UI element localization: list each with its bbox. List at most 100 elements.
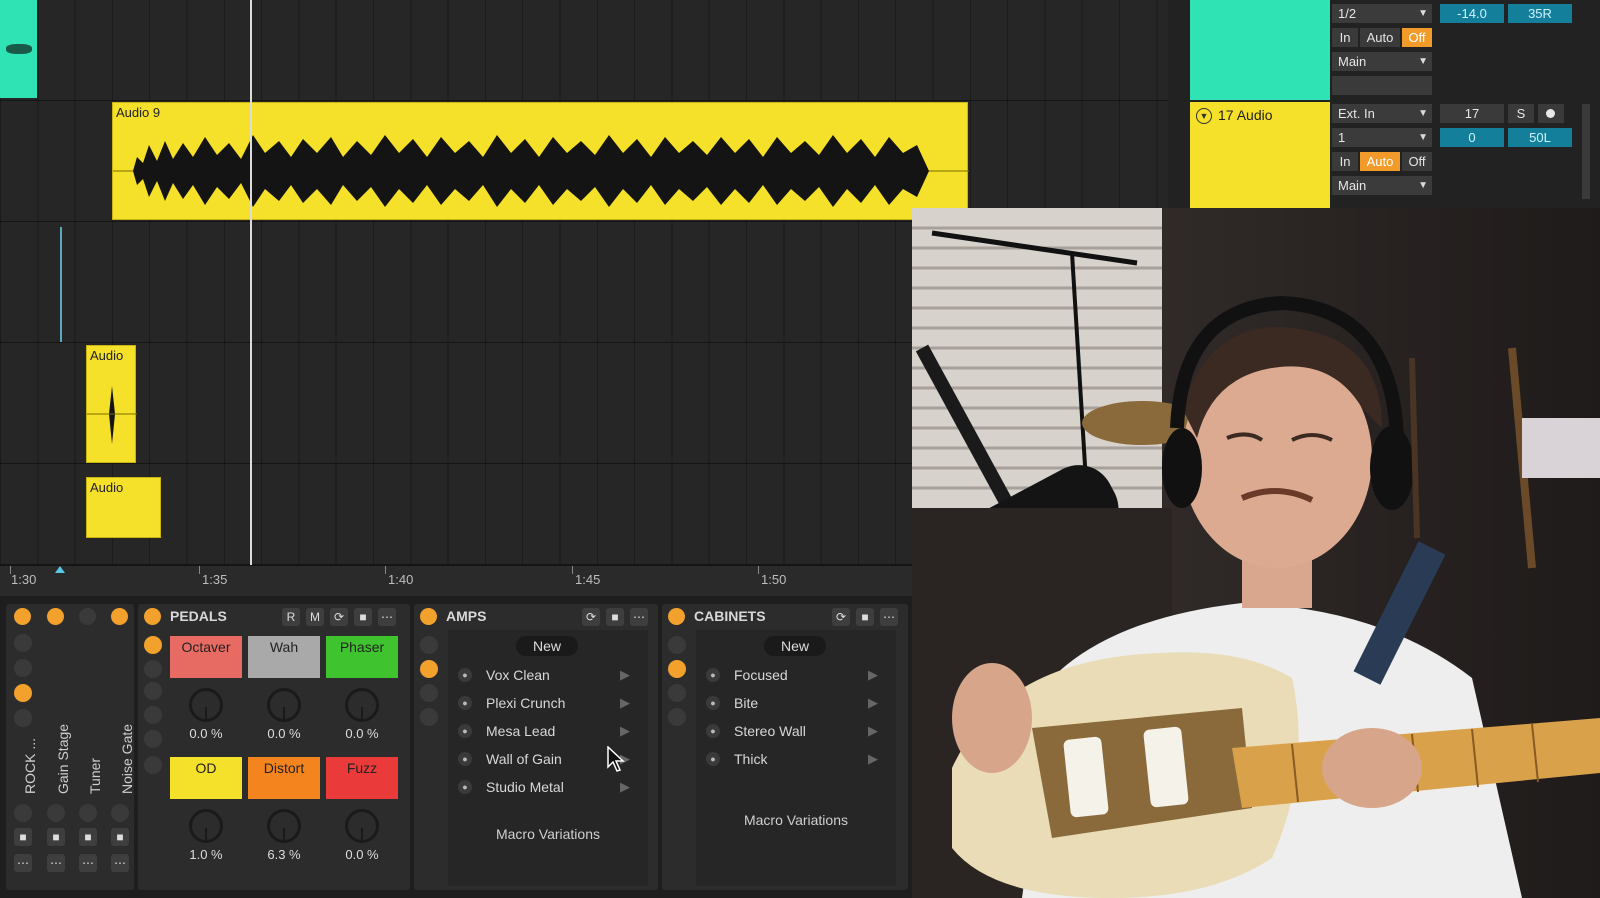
hot-swap-icon[interactable] <box>47 804 65 822</box>
map-button[interactable]: M <box>306 608 324 626</box>
macro-button[interactable]: Octaver <box>170 636 242 678</box>
more-icon[interactable]: ⋯ <box>111 854 129 872</box>
hot-swap-icon[interactable] <box>111 804 129 822</box>
arm-button[interactable] <box>1538 104 1564 123</box>
more-icon[interactable]: ⋯ <box>79 854 97 872</box>
variation-item[interactable]: ● Plexi Crunch ▶ <box>448 690 648 716</box>
play-icon[interactable]: ▶ <box>868 746 878 772</box>
camera-icon[interactable]: ● <box>458 752 472 766</box>
camera-icon[interactable]: ● <box>458 696 472 710</box>
macro-knob[interactable] <box>345 688 379 722</box>
macro-knob[interactable] <box>189 809 223 843</box>
save-icon[interactable]: ■ <box>856 608 874 626</box>
macro-map-icon[interactable] <box>144 636 162 654</box>
playhead[interactable] <box>250 0 252 565</box>
monitor-in-button[interactable]: In <box>1332 152 1358 171</box>
macro-knob[interactable] <box>267 688 301 722</box>
variation-item[interactable]: ● Studio Metal ▶ <box>448 774 648 800</box>
preset-icon[interactable] <box>668 660 686 678</box>
device-activator[interactable] <box>144 608 161 625</box>
save-icon[interactable]: ■ <box>14 828 32 846</box>
chain-activator[interactable] <box>79 608 96 625</box>
camera-icon[interactable]: ● <box>706 752 720 766</box>
variation-item[interactable]: ● Thick ▶ <box>696 746 896 772</box>
camera-icon[interactable]: ● <box>706 696 720 710</box>
time-ruler[interactable]: 1:30 1:35 1:40 1:45 1:50 <box>0 565 912 596</box>
variation-item[interactable]: ● Stereo Wall ▶ <box>696 718 896 744</box>
more-icon[interactable]: ⋯ <box>378 608 396 626</box>
track-lane[interactable] <box>0 0 1168 101</box>
audio-clip[interactable]: Audio <box>86 477 161 538</box>
more-icon[interactable]: ⋯ <box>880 608 898 626</box>
camera-icon[interactable]: ● <box>706 668 720 682</box>
more-icon[interactable]: ⋯ <box>47 854 65 872</box>
monitor-in-button[interactable]: In <box>1332 28 1358 47</box>
macro-map-icon[interactable] <box>14 634 32 652</box>
save-icon[interactable]: ■ <box>111 828 129 846</box>
monitor-auto-button[interactable]: Auto <box>1360 28 1400 47</box>
add-macro-icon[interactable] <box>144 660 162 678</box>
hot-swap-icon[interactable]: ⟳ <box>330 608 348 626</box>
monitor-auto-button[interactable]: Auto <box>1360 152 1400 171</box>
chain-list-icon[interactable] <box>14 684 32 702</box>
chain-activator[interactable] <box>14 608 31 625</box>
play-icon[interactable]: ▶ <box>868 690 878 716</box>
macro-knob[interactable] <box>267 809 301 843</box>
preset-icon[interactable] <box>14 659 32 677</box>
device-list-icon[interactable] <box>144 756 162 774</box>
save-icon[interactable]: ■ <box>79 828 97 846</box>
monitor-off-button[interactable]: Off <box>1402 152 1432 171</box>
audio-clip[interactable]: Audio <box>86 345 137 463</box>
save-icon[interactable]: ■ <box>47 828 65 846</box>
input-channel-select[interactable]: 1/2 <box>1332 4 1432 23</box>
camera-icon[interactable]: ● <box>706 724 720 738</box>
device-list-icon[interactable] <box>668 708 686 726</box>
macro-knob[interactable] <box>189 688 223 722</box>
camera-icon[interactable]: ● <box>458 724 472 738</box>
chain-activator[interactable] <box>111 608 128 625</box>
clip-fragment[interactable] <box>0 0 37 98</box>
hot-swap-icon[interactable]: ⟳ <box>582 608 600 626</box>
track-pan[interactable]: 50L <box>1508 128 1572 147</box>
more-icon[interactable]: ⋯ <box>14 854 32 872</box>
camera-icon[interactable]: ● <box>458 780 472 794</box>
macro-button[interactable]: Phaser <box>326 636 398 678</box>
remove-macro-icon[interactable] <box>144 682 162 700</box>
device-list-icon[interactable] <box>14 709 32 727</box>
fold-icon[interactable]: ▼ <box>1196 108 1212 124</box>
chain-list-icon[interactable] <box>420 684 438 702</box>
macro-button[interactable]: Fuzz <box>326 757 398 799</box>
track-pan[interactable]: 35R <box>1508 4 1572 23</box>
macro-map-icon[interactable] <box>420 636 438 654</box>
output-channel-select[interactable] <box>1332 76 1432 95</box>
device-activator[interactable] <box>668 608 685 625</box>
new-variation-button[interactable]: New <box>516 636 578 656</box>
macro-button[interactable]: Wah <box>248 636 320 678</box>
play-icon[interactable]: ▶ <box>620 774 630 800</box>
track-header[interactable]: ▼ 17 Audio <box>1190 102 1330 215</box>
track-volume[interactable]: -14.0 <box>1440 4 1504 23</box>
hot-swap-icon[interactable] <box>14 804 32 822</box>
track-volume[interactable]: 0 <box>1440 128 1504 147</box>
play-icon[interactable]: ▶ <box>620 690 630 716</box>
camera-icon[interactable]: ● <box>458 668 472 682</box>
monitor-off-button[interactable]: Off <box>1402 28 1432 47</box>
chain-list-icon[interactable] <box>668 684 686 702</box>
new-variation-button[interactable]: New <box>764 636 826 656</box>
play-icon[interactable]: ▶ <box>620 662 630 688</box>
input-channel-select[interactable]: 1 <box>1332 128 1432 147</box>
variation-item[interactable]: ● Bite ▶ <box>696 690 896 716</box>
variation-item[interactable]: ● Focused ▶ <box>696 662 896 688</box>
macro-button[interactable]: OD <box>170 757 242 799</box>
track-header[interactable] <box>1190 0 1330 100</box>
chain-activator[interactable] <box>47 608 64 625</box>
hot-swap-icon[interactable]: ⟳ <box>832 608 850 626</box>
more-icon[interactable]: ⋯ <box>630 608 648 626</box>
macro-button[interactable]: Distort <box>248 757 320 799</box>
preset-icon[interactable] <box>420 660 438 678</box>
track-lane[interactable]: Audio 9 <box>0 101 1168 222</box>
loop-start-marker[interactable] <box>55 566 65 573</box>
variation-item[interactable]: ● Vox Clean ▶ <box>448 662 648 688</box>
chain-list-icon[interactable] <box>144 730 162 748</box>
macro-map-icon[interactable] <box>668 636 686 654</box>
